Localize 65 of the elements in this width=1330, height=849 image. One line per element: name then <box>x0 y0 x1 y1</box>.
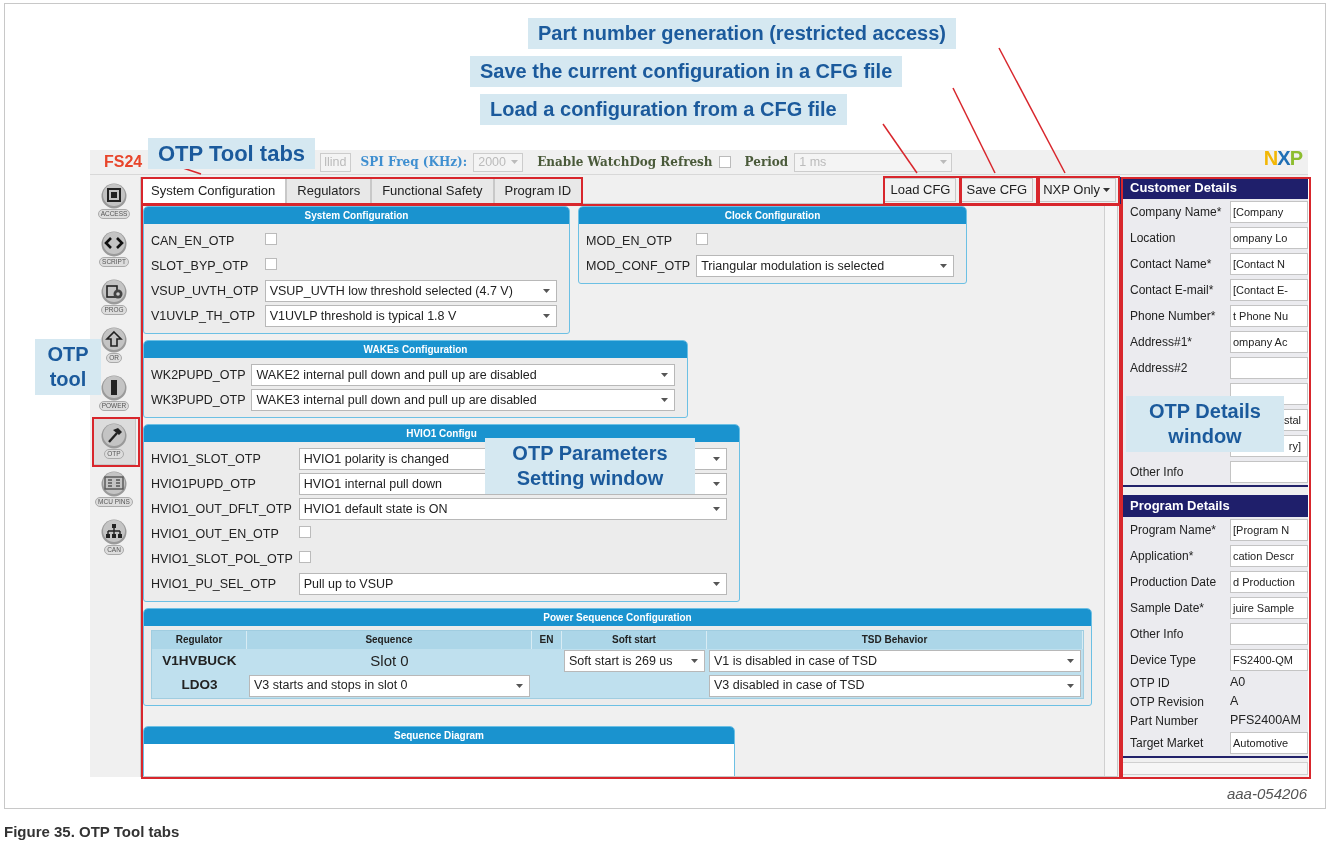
spi-freq-label: SPI Freq (KHz): <box>360 154 468 171</box>
field-label: OTP Revision <box>1130 693 1205 711</box>
column-header: EN <box>532 631 562 649</box>
panel-title: Power Sequence Configuration <box>144 609 1091 626</box>
field-label: Program Name* <box>1130 522 1218 539</box>
field-label: MOD_CONF_OTP <box>586 258 691 275</box>
app-title: FS24 <box>104 152 143 172</box>
field-label: Other Info <box>1130 626 1185 643</box>
figure-caption: Figure 35. OTP Tool tabs <box>4 822 180 842</box>
field-label: WK2PUPD_OTP <box>151 367 246 384</box>
callout-tooltip: OTP Details window <box>1126 396 1284 452</box>
field-label: HVIO1_OUT_DFLT_OTP <box>151 501 293 518</box>
panel-title: Customer Details <box>1122 177 1308 199</box>
panel-title: Clock Configuration <box>579 207 966 224</box>
field-label: HVIO1PUPD_OTP <box>151 476 257 493</box>
panel-title: Program Details <box>1122 495 1308 517</box>
column-header: Sequence <box>247 631 532 649</box>
field-label: Target Market <box>1130 735 1205 752</box>
watchdog-label: Enable WatchDog Refresh <box>537 154 713 171</box>
field-label: Device Type <box>1130 652 1197 669</box>
field-label: Address#1* <box>1130 334 1194 351</box>
table-cell-text: LDO3 <box>181 676 218 695</box>
callout-tooltip: Part number generation (restricted access) <box>528 18 956 49</box>
field-label: V1UVLP_TH_OTP <box>151 308 257 325</box>
field-label: Part Number <box>1130 712 1200 730</box>
logo: NXP <box>1263 150 1302 166</box>
field-label: Phone Number* <box>1130 308 1217 325</box>
table-cell-text: Slot 0 <box>370 651 409 671</box>
field-label: HVIO1_OUT_EN_OTP <box>151 526 280 543</box>
callout-tooltip: OTP Tool tabs <box>148 138 316 169</box>
field-label: Contact Name* <box>1130 256 1213 273</box>
field-label: HVIO1_SLOT_OTP <box>151 451 262 468</box>
period-label: Period <box>744 154 789 171</box>
column-header: TSD Behavior <box>707 631 1083 649</box>
field-label: WK3PUPD_OTP <box>151 392 246 409</box>
field-label: Company Name* <box>1130 204 1223 221</box>
field-label: SLOT_BYP_OTP <box>151 258 250 275</box>
field-label: VSUP_UVTH_OTP <box>151 283 259 300</box>
field-label: Contact E-mail* <box>1130 282 1215 299</box>
field-value: A <box>1230 693 1239 711</box>
panel-title: HVIO1 Configu <box>144 425 739 442</box>
field-label: Sample Date* <box>1130 600 1206 617</box>
panel-title: System Configuration <box>144 207 569 224</box>
field-value: A0 <box>1230 674 1246 692</box>
column-header: Regulator <box>152 631 247 649</box>
field-label: Application* <box>1130 548 1195 565</box>
panel-title: Sequence Diagram <box>144 726 734 744</box>
panel-title: WAKEs Configuration <box>144 341 687 358</box>
callout-tooltip: OTP tool <box>35 339 101 395</box>
column-header: Soft start <box>562 631 707 649</box>
field-label: Location <box>1130 230 1177 247</box>
callout-tooltip: Save the current configuration in a CFG file <box>470 56 903 87</box>
table-cell-text: V1HVBUCK <box>162 652 237 671</box>
field-label: HVIO1_SLOT_POL_OTP <box>151 551 293 568</box>
field-label: CAN_EN_OTP <box>151 233 236 250</box>
field-label: Other Info <box>1130 464 1185 481</box>
figure-code: aaa-054206 <box>1226 784 1307 804</box>
field-label: Production Date <box>1130 574 1218 591</box>
callout-tooltip: OTP Parameters Setting window <box>485 438 695 494</box>
callout-tooltip: Load a configuration from a CFG file <box>480 94 847 125</box>
field-label: Address#2 <box>1130 360 1189 377</box>
field-label: OTP ID <box>1130 674 1171 692</box>
field-value: PFS2400AM <box>1230 712 1301 730</box>
field-label: MOD_EN_OTP <box>586 233 674 250</box>
field-label: HVIO1_PU_SEL_OTP <box>151 576 278 593</box>
